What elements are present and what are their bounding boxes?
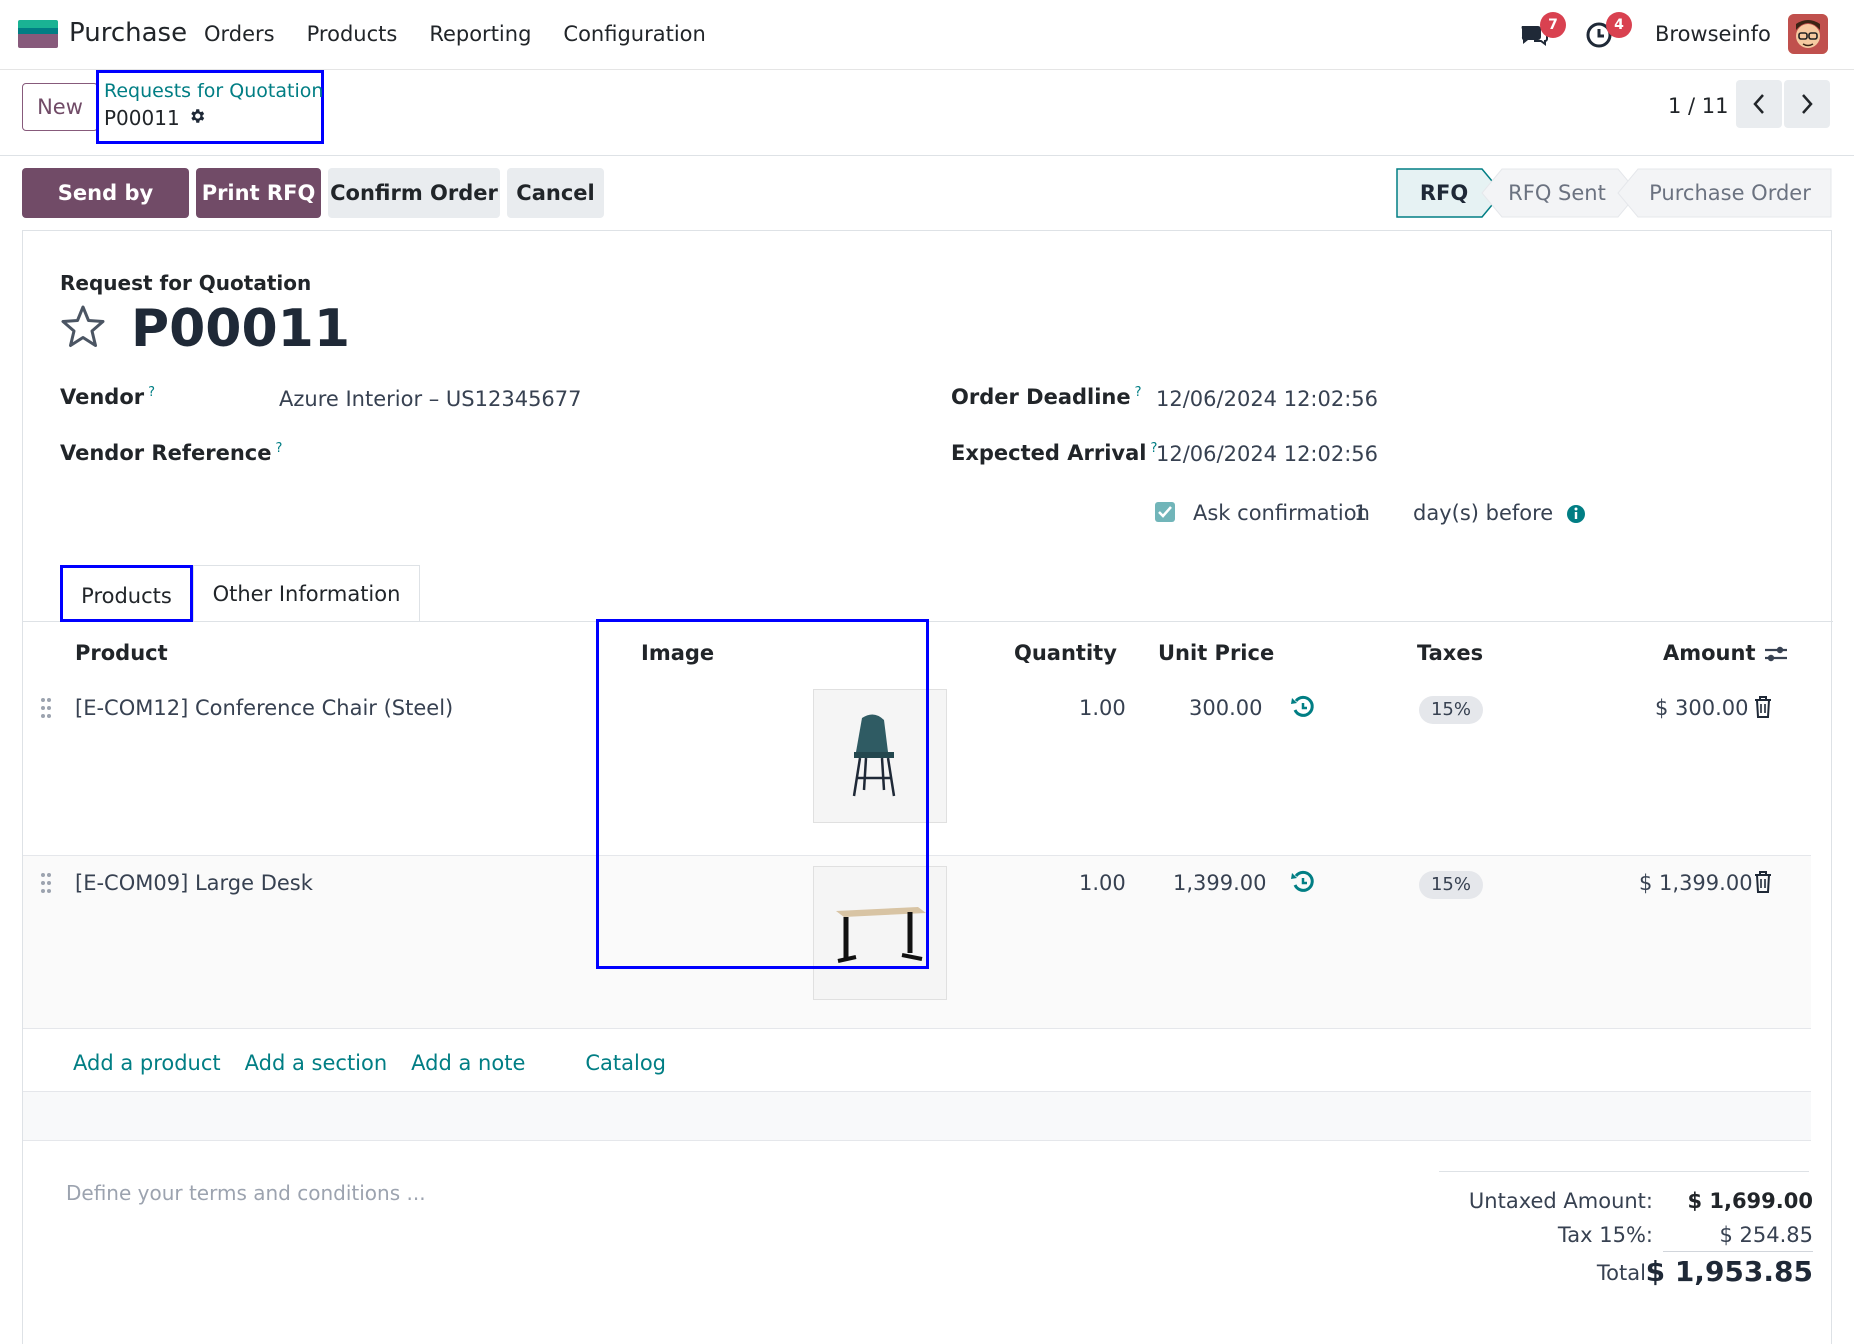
pager-next-button[interactable] — [1784, 80, 1830, 128]
send-by-email-button[interactable]: Send by Email — [22, 168, 189, 255]
top-navbar: Purchase Orders Products Reporting Confi… — [0, 0, 1854, 70]
messages-badge: 7 — [1540, 12, 1566, 38]
column-header-taxes[interactable]: Taxes — [1417, 641, 1483, 665]
unit-price-cell[interactable]: 1,399.00 — [1173, 871, 1267, 895]
add-section-link[interactable]: Add a section — [245, 1051, 388, 1075]
catalog-button[interactable]: Catalog — [585, 1051, 666, 1075]
expected-arrival-label: Expected Arrival? — [951, 441, 1158, 465]
messages-icon[interactable]: 7 — [1518, 12, 1566, 52]
company-switcher[interactable]: Browseinfo — [1655, 22, 1771, 46]
print-rfq-button[interactable]: Print RFQ — [196, 168, 321, 218]
expected-arrival-field[interactable]: 12/06/2024 12:02:56 — [1156, 442, 1378, 466]
activities-badge: 4 — [1606, 12, 1632, 38]
desk-image[interactable] — [813, 866, 947, 1000]
purchase-app-icon[interactable] — [18, 20, 58, 48]
add-note-link[interactable]: Add a note — [411, 1051, 525, 1075]
chevron-right-icon — [1802, 94, 1813, 114]
tax-badge[interactable]: 15% — [1419, 696, 1483, 724]
add-product-link[interactable]: Add a product — [73, 1051, 221, 1075]
table-footer-band — [23, 1091, 1811, 1141]
tax-label: Tax 15%: — [1557, 1223, 1653, 1247]
order-deadline-field[interactable]: 12/06/2024 12:02:56 — [1156, 387, 1378, 411]
vendor-reference-label: Vendor Reference? — [60, 441, 283, 465]
ask-confirmation-label: Ask confirmation — [1193, 501, 1370, 525]
tax-value: $ 254.85 — [1719, 1223, 1813, 1247]
table-row[interactable]: [E-COM09] Large Desk 1.00 1,399.00 15% $… — [23, 855, 1811, 1029]
untaxed-amount-value: $ 1,699.00 — [1687, 1189, 1813, 1213]
product-cell[interactable]: [E-COM09] Large Desk — [75, 871, 313, 895]
help-marker[interactable]: ? — [1135, 385, 1142, 400]
tab-other-information[interactable]: Other Information — [193, 565, 420, 622]
add-line-links: Add a product Add a section Add a note C… — [73, 1051, 666, 1075]
page-title: P00011 — [131, 299, 351, 359]
main-menu: Orders Products Reporting Configuration — [204, 22, 706, 46]
ask-confirmation-checkbox[interactable] — [1155, 502, 1175, 522]
quantity-cell[interactable]: 1.00 — [1079, 871, 1126, 895]
form-sheet: Request for Quotation P00011 Vendor? Azu… — [22, 230, 1833, 1344]
star-icon[interactable] — [59, 303, 107, 356]
column-header-quantity[interactable]: Quantity — [1014, 641, 1117, 665]
status-bar: Send by Email Print RFQ Confirm Order Ca… — [0, 156, 1854, 255]
chair-image[interactable] — [813, 689, 947, 823]
price-history-icon[interactable] — [1289, 693, 1317, 726]
tax-badge[interactable]: 15% — [1419, 871, 1483, 899]
menu-orders[interactable]: Orders — [204, 22, 275, 46]
gear-icon[interactable] — [188, 106, 206, 130]
unit-price-cell[interactable]: 300.00 — [1189, 696, 1262, 720]
order-deadline-label: Order Deadline? — [951, 385, 1142, 409]
trash-icon[interactable] — [1753, 695, 1773, 724]
quantity-cell[interactable]: 1.00 — [1079, 696, 1126, 720]
chevron-left-icon — [1753, 94, 1764, 114]
document-type-label: Request for Quotation — [60, 271, 312, 295]
untaxed-amount-label: Untaxed Amount: — [1468, 1189, 1653, 1213]
drag-handle-icon[interactable] — [40, 697, 52, 719]
stage-rfq[interactable]: RFQ — [1400, 168, 1488, 218]
pager-previous-button[interactable] — [1736, 80, 1782, 128]
vendor-reference-field[interactable] — [279, 441, 879, 469]
amount-cell: $ 1,399.00 — [1639, 871, 1753, 895]
drag-handle-icon[interactable] — [40, 872, 52, 894]
column-header-image[interactable]: Image — [641, 641, 714, 665]
stage-rfq-sent[interactable]: RFQ Sent — [1496, 168, 1618, 218]
stage-purchase-order[interactable]: Purchase Order — [1640, 168, 1820, 218]
vendor-label: Vendor? — [60, 385, 156, 409]
column-header-amount[interactable]: Amount — [1663, 641, 1756, 665]
table-row[interactable]: [E-COM12] Conference Chair (Steel) 1.00 … — [23, 681, 1811, 855]
ask-confirmation-suffix: day(s) before — [1413, 501, 1554, 525]
terms-and-conditions-field[interactable]: Define your terms and conditions ... — [66, 1181, 426, 1205]
control-panel: New Requests for Quotation P00011 1 / 11 — [0, 70, 1854, 156]
activities-clock-icon[interactable]: 4 — [1584, 12, 1632, 52]
new-button[interactable]: New — [22, 83, 98, 131]
pager-value[interactable]: 1 / 11 — [1668, 94, 1729, 118]
menu-configuration[interactable]: Configuration — [563, 22, 705, 46]
user-avatar[interactable] — [1788, 14, 1828, 54]
menu-products[interactable]: Products — [307, 22, 398, 46]
help-marker[interactable]: ? — [148, 385, 155, 400]
amount-cell: $ 300.00 — [1655, 696, 1749, 720]
trash-icon[interactable] — [1753, 870, 1773, 899]
ask-confirmation-days-field[interactable]: 1 — [1354, 501, 1367, 525]
column-header-product[interactable]: Product — [75, 641, 168, 665]
totals-divider — [1439, 1171, 1809, 1172]
total-divider — [1663, 1251, 1813, 1252]
tab-products[interactable]: Products — [60, 565, 193, 622]
confirm-order-button[interactable]: Confirm Order — [328, 168, 500, 218]
optional-columns-icon[interactable] — [1763, 643, 1789, 670]
total-value: $ 1,953.85 — [1645, 1255, 1813, 1288]
breadcrumb-current: P00011 — [104, 106, 206, 130]
product-cell[interactable]: [E-COM12] Conference Chair (Steel) — [75, 696, 453, 720]
column-header-unit-price[interactable]: Unit Price — [1158, 641, 1274, 665]
breadcrumb-parent[interactable]: Requests for Quotation — [104, 80, 323, 102]
cancel-button[interactable]: Cancel — [507, 168, 604, 218]
price-history-icon[interactable] — [1289, 868, 1317, 901]
info-icon[interactable] — [1563, 501, 1589, 527]
menu-reporting[interactable]: Reporting — [429, 22, 531, 46]
check-icon — [1158, 506, 1172, 518]
breadcrumb-current-label: P00011 — [104, 106, 180, 130]
app-name[interactable]: Purchase — [69, 18, 187, 48]
vendor-field[interactable]: Azure Interior – US12345677 — [279, 387, 582, 411]
